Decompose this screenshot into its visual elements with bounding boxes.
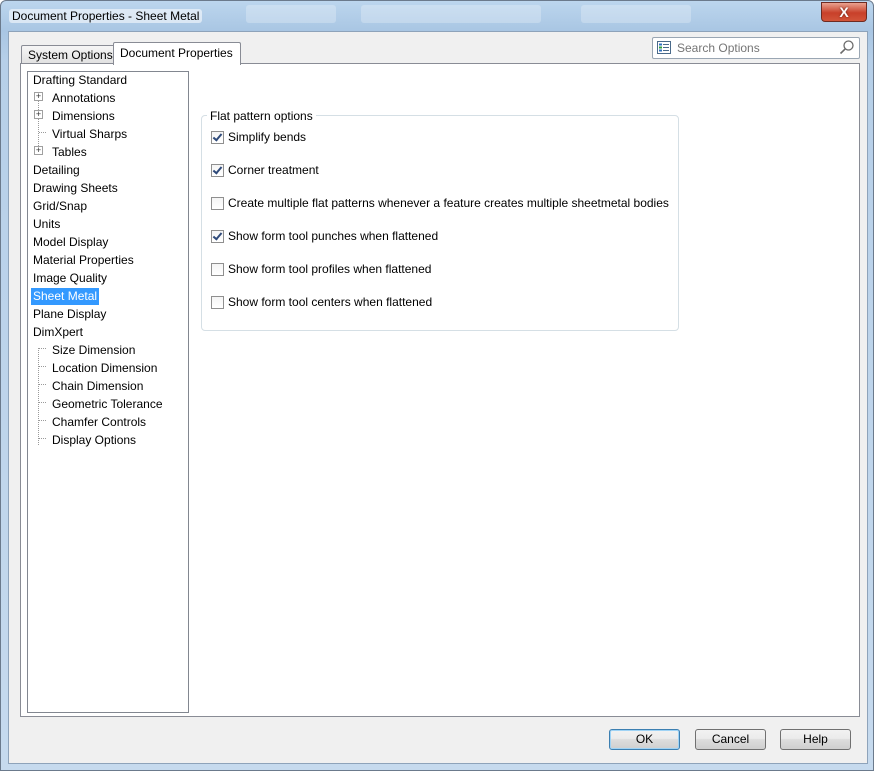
tree-item-tables[interactable]: Tables	[50, 144, 89, 161]
tree-connector	[39, 420, 46, 421]
tree-connector	[38, 348, 39, 445]
background-toolbar-ghost	[361, 5, 541, 23]
expand-annotations-icon[interactable]: +	[34, 92, 43, 101]
option-label: Show form tool punches when flattened	[228, 229, 439, 243]
tab-label: System Options	[28, 48, 113, 62]
tree-item-plane-display[interactable]: Plane Display	[31, 306, 108, 323]
tree-item-image-quality[interactable]: Image Quality	[31, 270, 109, 287]
close-button[interactable]: X	[821, 2, 867, 22]
window-title: Document Properties - Sheet Metal	[9, 9, 203, 23]
option-label: Simplify bends	[228, 130, 307, 144]
search-input[interactable]	[675, 39, 839, 57]
tree-item-units[interactable]: Units	[31, 216, 62, 233]
multiple-flat-patterns-checkbox[interactable]	[211, 196, 224, 210]
option-label: Show form tool centers when flattened	[228, 295, 433, 309]
cancel-button[interactable]: Cancel	[695, 729, 766, 750]
tree-connector	[39, 348, 46, 349]
tree-connector	[38, 96, 39, 150]
option-label: Show form tool profiles when flattened	[228, 262, 432, 276]
tree-item-virtual-sharps[interactable]: Virtual Sharps	[50, 126, 129, 143]
expand-tables-icon[interactable]: +	[34, 146, 43, 155]
tree-item-material-properties[interactable]: Material Properties	[31, 252, 136, 269]
tree-connector	[39, 132, 46, 133]
tree-item-detailing[interactable]: Detailing	[31, 162, 82, 179]
tree-item-chamfer-controls[interactable]: Chamfer Controls	[50, 414, 148, 431]
tree-connector	[39, 384, 46, 385]
option-simplify-bends[interactable]: Simplify bends	[211, 130, 306, 144]
show-form-tool-centers-checkbox[interactable]	[211, 295, 224, 309]
show-form-tool-profiles-checkbox[interactable]	[211, 262, 224, 276]
tree-connector	[39, 366, 46, 367]
tree-item-size-dimension[interactable]: Size Dimension	[50, 342, 137, 359]
tree-item-location-dimension[interactable]: Location Dimension	[50, 360, 159, 377]
document-properties-dialog: Document Properties - Sheet Metal X Syst…	[0, 0, 874, 771]
option-show-form-tool-profiles[interactable]: Show form tool profiles when flattened	[211, 262, 431, 276]
tree-item-model-display[interactable]: Model Display	[31, 234, 110, 251]
ok-button[interactable]: OK	[609, 729, 680, 750]
dialog-client-area: System Options Document Properties Searc…	[8, 31, 868, 764]
options-panel: + + + Drafting Standard Annotations Dime…	[20, 63, 860, 717]
search-box[interactable]	[652, 37, 860, 59]
simplify-bends-checkbox[interactable]	[211, 130, 224, 144]
help-button[interactable]: Help	[780, 729, 851, 750]
title-bar[interactable]: Document Properties - Sheet Metal X	[1, 1, 873, 31]
option-show-form-tool-centers[interactable]: Show form tool centers when flattened	[211, 295, 432, 309]
tab-document-properties[interactable]: Document Properties	[113, 42, 241, 65]
close-icon: X	[839, 4, 849, 20]
tree-item-drawing-sheets[interactable]: Drawing Sheets	[31, 180, 120, 197]
tree-item-dimxpert[interactable]: DimXpert	[31, 324, 85, 341]
tree-item-sheet-metal[interactable]: Sheet Metal	[31, 288, 100, 305]
tab-system-options[interactable]: System Options	[21, 45, 121, 64]
option-corner-treatment[interactable]: Corner treatment	[211, 163, 319, 177]
tree-item-geometric-tolerance[interactable]: Geometric Tolerance	[50, 396, 165, 413]
option-label: Corner treatment	[228, 163, 319, 177]
tree-item-display-options[interactable]: Display Options	[50, 432, 138, 449]
tree-item-annotations[interactable]: Annotations	[50, 90, 117, 107]
options-tree: + + + Drafting Standard Annotations Dime…	[27, 71, 189, 713]
tree-item-dimensions[interactable]: Dimensions	[50, 108, 117, 125]
tree-connector	[39, 402, 46, 403]
tree-item-drafting-standard[interactable]: Drafting Standard	[31, 72, 129, 89]
background-toolbar-ghost	[246, 5, 336, 23]
expand-dimensions-icon[interactable]: +	[34, 110, 43, 119]
tree-connector	[39, 438, 46, 439]
tree-item-chain-dimension[interactable]: Chain Dimension	[50, 378, 145, 395]
option-show-form-tool-punches[interactable]: Show form tool punches when flattened	[211, 229, 438, 243]
option-label: Create multiple flat patterns whenever a…	[228, 196, 669, 210]
corner-treatment-checkbox[interactable]	[211, 163, 224, 177]
background-toolbar-ghost	[581, 5, 691, 23]
option-multiple-flat-patterns[interactable]: Create multiple flat patterns whenever a…	[211, 196, 669, 210]
tab-label: Document Properties	[120, 46, 233, 60]
show-form-tool-punches-checkbox[interactable]	[211, 229, 224, 243]
flat-pattern-group-label: Flat pattern options	[207, 109, 316, 123]
tree-item-grid-snap[interactable]: Grid/Snap	[31, 198, 89, 215]
options-list-icon	[657, 41, 671, 54]
magnifier-icon[interactable]	[839, 39, 855, 55]
